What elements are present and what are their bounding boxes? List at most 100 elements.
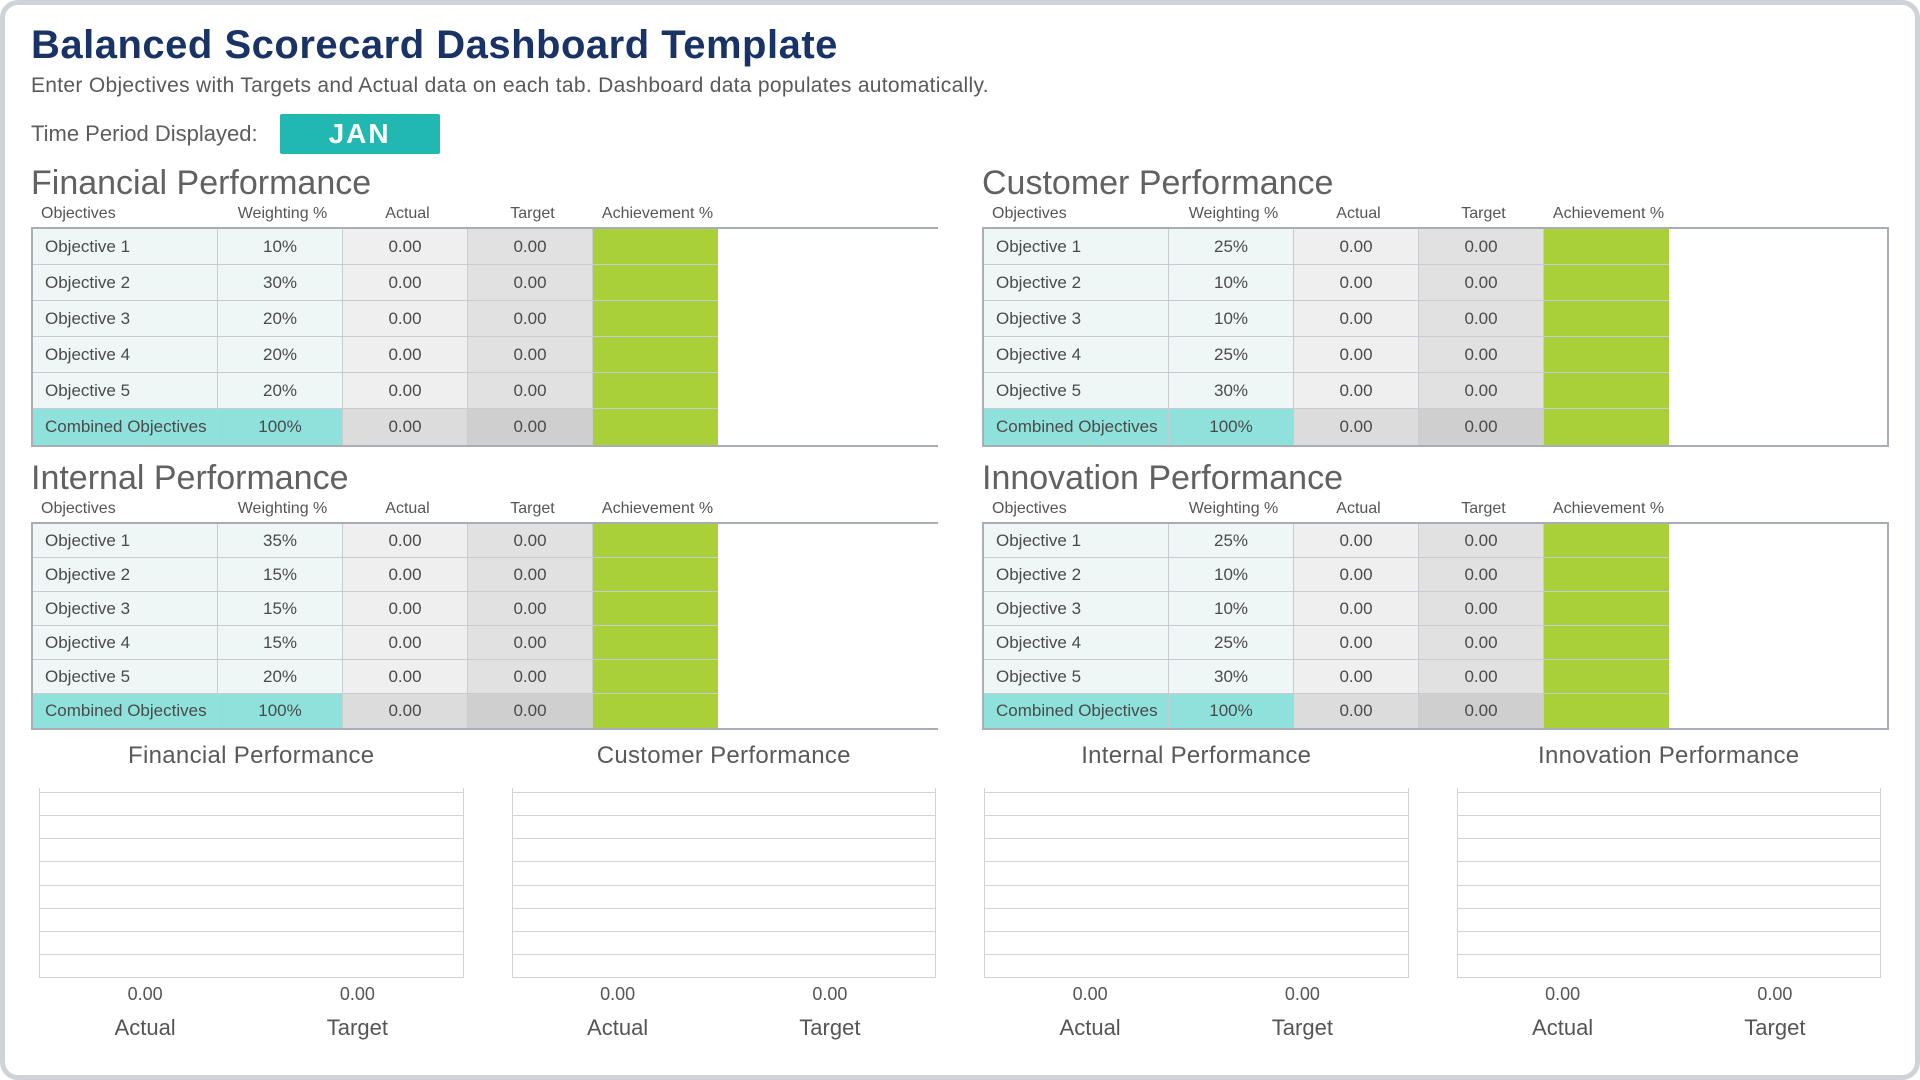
cell-target[interactable]: 0.00 bbox=[1419, 301, 1544, 337]
cell-target[interactable]: 0.00 bbox=[1419, 660, 1544, 694]
cell-obj[interactable]: Objective 2 bbox=[33, 265, 218, 301]
cell-obj[interactable]: Objective 5 bbox=[33, 373, 218, 409]
cell-target[interactable]: 0.00 bbox=[468, 337, 593, 373]
cell-actual[interactable]: 0.00 bbox=[1294, 265, 1419, 301]
cell-obj[interactable]: Objective 1 bbox=[33, 229, 218, 265]
cell-target[interactable]: 0.00 bbox=[1419, 229, 1544, 265]
cell-wt[interactable]: 10% bbox=[1169, 558, 1294, 592]
cell-wt[interactable]: 10% bbox=[218, 229, 343, 265]
cell-ach[interactable] bbox=[1544, 337, 1669, 373]
cell-obj[interactable]: Objective 3 bbox=[984, 592, 1169, 626]
cell-ach[interactable] bbox=[1544, 660, 1669, 694]
cell-actual[interactable]: 0.00 bbox=[1294, 626, 1419, 660]
cell-obj[interactable]: Objective 5 bbox=[984, 660, 1169, 694]
cell-actual[interactable]: 0.00 bbox=[1294, 301, 1419, 337]
cell-actual[interactable]: 0.00 bbox=[343, 626, 468, 660]
cell-actual[interactable]: 0.00 bbox=[1294, 229, 1419, 265]
cell-obj[interactable]: Objective 4 bbox=[984, 337, 1169, 373]
cell-ach[interactable] bbox=[593, 265, 718, 301]
cell-ach[interactable] bbox=[593, 229, 718, 265]
cell-wt[interactable]: 20% bbox=[218, 337, 343, 373]
cell-ach[interactable] bbox=[593, 626, 718, 660]
cell-wt[interactable]: 25% bbox=[1169, 337, 1294, 373]
cell-wt[interactable]: 30% bbox=[1169, 660, 1294, 694]
cell-target[interactable]: 0.00 bbox=[1419, 558, 1544, 592]
cell-target[interactable]: 0.00 bbox=[1419, 337, 1544, 373]
cell-ach[interactable] bbox=[1544, 229, 1669, 265]
cell-actual[interactable]: 0.00 bbox=[343, 337, 468, 373]
cell-ach[interactable] bbox=[593, 524, 718, 558]
cell-wt[interactable]: 25% bbox=[1169, 626, 1294, 660]
cell-actual[interactable]: 0.00 bbox=[343, 373, 468, 409]
cell-actual[interactable]: 0.00 bbox=[1294, 592, 1419, 626]
cell-actual[interactable]: 0.00 bbox=[1294, 558, 1419, 592]
cell-target[interactable]: 0.00 bbox=[468, 524, 593, 558]
cell-actual[interactable]: 0.00 bbox=[1294, 337, 1419, 373]
cell-obj[interactable]: Objective 4 bbox=[33, 337, 218, 373]
cell-wt[interactable]: 20% bbox=[218, 660, 343, 694]
cell-wt[interactable]: 35% bbox=[218, 524, 343, 558]
cell-wt[interactable]: 15% bbox=[218, 626, 343, 660]
cell-obj[interactable]: Objective 5 bbox=[33, 660, 218, 694]
cell-target[interactable]: 0.00 bbox=[468, 265, 593, 301]
cell-target[interactable]: 0.00 bbox=[468, 373, 593, 409]
cell-obj[interactable]: Objective 1 bbox=[984, 524, 1169, 558]
cell-wt[interactable]: 20% bbox=[218, 373, 343, 409]
cell-obj[interactable]: Objective 3 bbox=[33, 592, 218, 626]
cell-target[interactable]: 0.00 bbox=[468, 660, 593, 694]
cell-obj[interactable]: Objective 1 bbox=[33, 524, 218, 558]
cell-ach[interactable] bbox=[593, 337, 718, 373]
cell-ach[interactable] bbox=[593, 301, 718, 337]
cell-ach[interactable] bbox=[1544, 558, 1669, 592]
cell-target[interactable]: 0.00 bbox=[1419, 592, 1544, 626]
cell-target[interactable]: 0.00 bbox=[1419, 373, 1544, 409]
cell-wt[interactable]: 15% bbox=[218, 558, 343, 592]
cell-actual[interactable]: 0.00 bbox=[343, 592, 468, 626]
cell-wt[interactable]: 10% bbox=[1169, 301, 1294, 337]
cell-ach[interactable] bbox=[1544, 265, 1669, 301]
cell-target[interactable]: 0.00 bbox=[468, 558, 593, 592]
cell-wt[interactable]: 30% bbox=[218, 265, 343, 301]
cell-actual[interactable]: 0.00 bbox=[343, 558, 468, 592]
cell-obj[interactable]: Objective 2 bbox=[984, 265, 1169, 301]
cell-target[interactable]: 0.00 bbox=[468, 592, 593, 626]
cell-wt[interactable]: 20% bbox=[218, 301, 343, 337]
cell-target[interactable]: 0.00 bbox=[468, 229, 593, 265]
cell-ach[interactable] bbox=[593, 558, 718, 592]
cell-actual[interactable]: 0.00 bbox=[343, 265, 468, 301]
cell-target[interactable]: 0.00 bbox=[1419, 626, 1544, 660]
cell-obj[interactable]: Objective 4 bbox=[984, 626, 1169, 660]
cell-obj[interactable]: Objective 5 bbox=[984, 373, 1169, 409]
cell-ach[interactable] bbox=[593, 660, 718, 694]
cell-actual[interactable]: 0.00 bbox=[1294, 524, 1419, 558]
cell-wt[interactable]: 25% bbox=[1169, 229, 1294, 265]
cell-obj[interactable]: Objective 2 bbox=[33, 558, 218, 592]
cell-wt[interactable]: 15% bbox=[218, 592, 343, 626]
cell-actual[interactable]: 0.00 bbox=[343, 660, 468, 694]
cell-ach[interactable] bbox=[1544, 524, 1669, 558]
cell-target[interactable]: 0.00 bbox=[468, 301, 593, 337]
cell-actual[interactable]: 0.00 bbox=[343, 229, 468, 265]
cell-target[interactable]: 0.00 bbox=[1419, 524, 1544, 558]
cell-ach[interactable] bbox=[1544, 373, 1669, 409]
cell-target[interactable]: 0.00 bbox=[1419, 265, 1544, 301]
cell-obj[interactable]: Objective 2 bbox=[984, 558, 1169, 592]
cell-ach[interactable] bbox=[593, 373, 718, 409]
cell-target[interactable]: 0.00 bbox=[468, 626, 593, 660]
period-value[interactable]: JAN bbox=[280, 114, 440, 154]
cell-obj[interactable]: Objective 4 bbox=[33, 626, 218, 660]
cell-obj[interactable]: Objective 1 bbox=[984, 229, 1169, 265]
cell-obj[interactable]: Objective 3 bbox=[33, 301, 218, 337]
cell-actual[interactable]: 0.00 bbox=[343, 301, 468, 337]
cell-actual[interactable]: 0.00 bbox=[1294, 660, 1419, 694]
cell-ach[interactable] bbox=[593, 592, 718, 626]
cell-obj[interactable]: Objective 3 bbox=[984, 301, 1169, 337]
cell-wt[interactable]: 30% bbox=[1169, 373, 1294, 409]
cell-ach[interactable] bbox=[1544, 626, 1669, 660]
cell-actual[interactable]: 0.00 bbox=[1294, 373, 1419, 409]
cell-actual[interactable]: 0.00 bbox=[343, 524, 468, 558]
cell-wt[interactable]: 10% bbox=[1169, 592, 1294, 626]
cell-ach[interactable] bbox=[1544, 301, 1669, 337]
cell-wt[interactable]: 25% bbox=[1169, 524, 1294, 558]
cell-ach[interactable] bbox=[1544, 592, 1669, 626]
